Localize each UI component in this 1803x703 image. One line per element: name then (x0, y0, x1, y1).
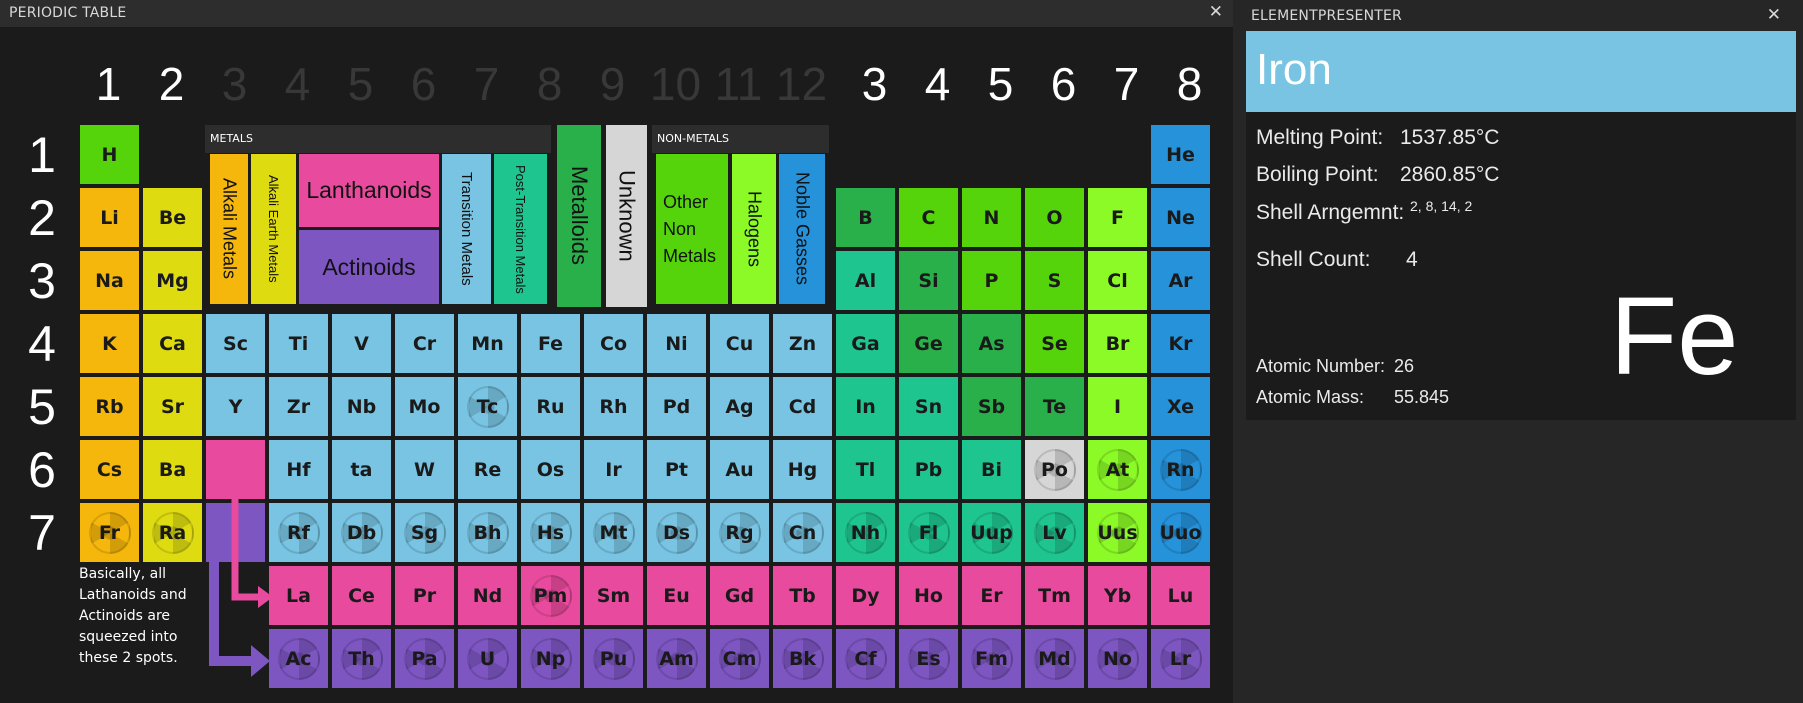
boiling-point-value: 2860.85°C (1400, 163, 1500, 186)
melting-point-label: Melting Point: (1256, 126, 1384, 149)
shell-count-value: 4 (1406, 248, 1418, 271)
melting-point-value: 1537.85°C (1400, 126, 1500, 149)
atomic-number-label: Atomic Number: (1256, 356, 1386, 376)
boiling-point-label: Boiling Point: (1256, 163, 1379, 186)
shell-arrangement-label: Shell Arngemnt: (1256, 201, 1405, 224)
shell-arrangement-value: 2, 8, 14, 2 (1410, 198, 1473, 214)
element-name-banner: Iron (1246, 31, 1796, 112)
lanthanoid-arrow (231, 498, 260, 601)
atomic-mass-label: Atomic Mass: (1256, 387, 1365, 407)
atomic-mass-value: 55.845 (1394, 387, 1450, 407)
element-presenter-title: ELEMENTPRESENTER (1251, 8, 1402, 24)
periodic-table-pane: PERIODIC TABLE ✕ 1 2 3 4 5 6 7 8 9 10 11 12 3 4 5 6 7 8 1 2… (0, 0, 1233, 703)
element-presenter-titlebar: ELEMENTPRESENTER ✕ (1236, 0, 1803, 30)
element-name: Iron (1256, 45, 1332, 94)
shell-count-label: Shell Count: (1256, 248, 1371, 271)
atomic-number-value: 26 (1394, 356, 1415, 376)
series-note: Basically, all Lathanoids and Actinoids … (79, 566, 187, 666)
actinoid-arrowhead (251, 645, 270, 677)
lanthanoid-arrowhead (258, 586, 273, 608)
element-symbol-large: Fe (1610, 275, 1739, 398)
close-icon[interactable]: ✕ (1767, 5, 1781, 25)
element-details-panel: Melting Point: 1537.85°C Boiling Point: … (1246, 112, 1796, 420)
element-presenter-pane: ELEMENTPRESENTER ✕ Iron Melting Point: 1… (1236, 0, 1803, 703)
